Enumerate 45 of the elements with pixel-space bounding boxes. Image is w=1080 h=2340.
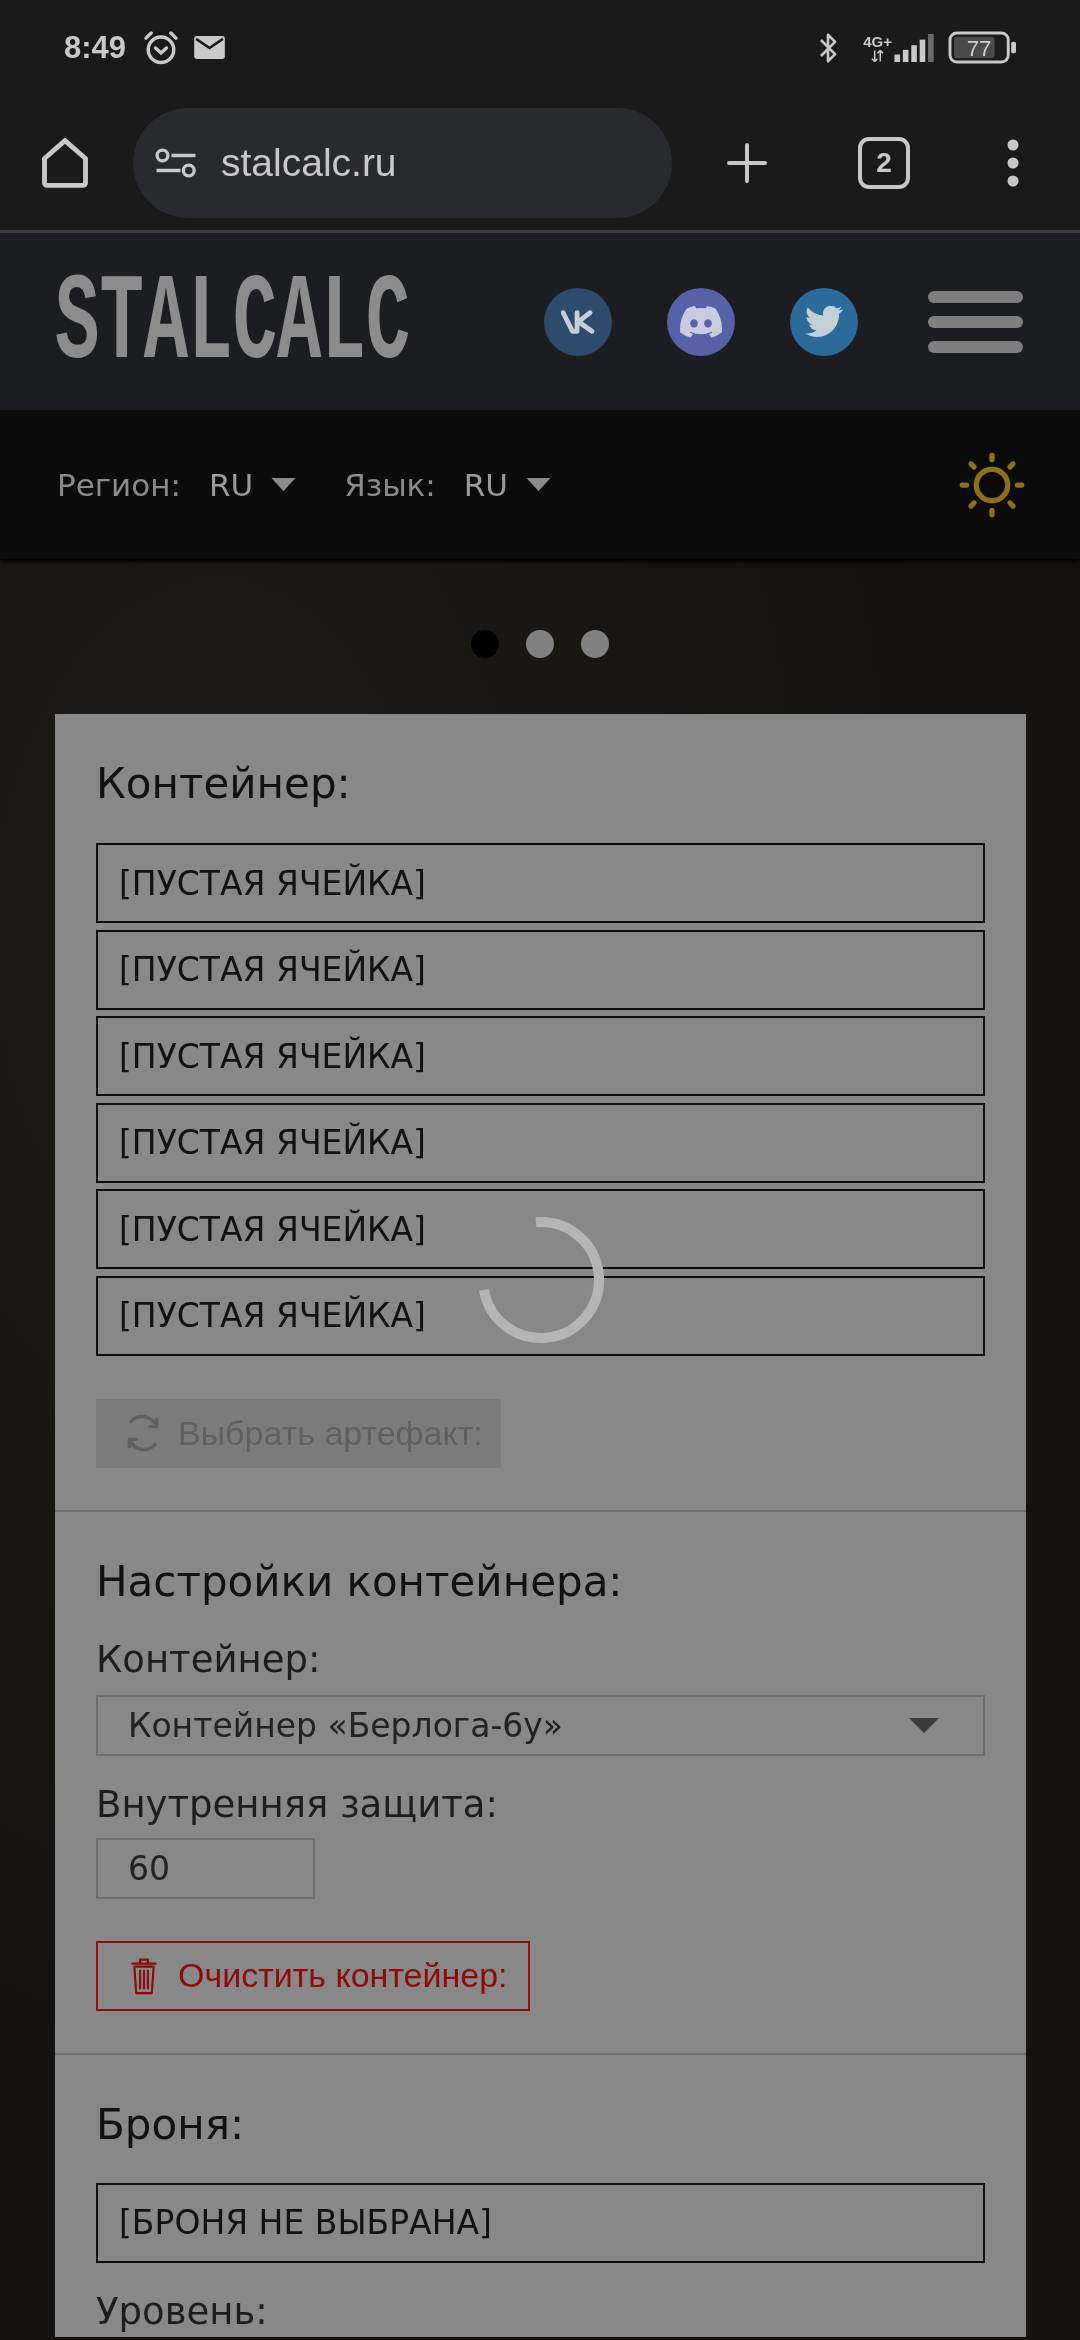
sliders-icon[interactable]	[155, 147, 197, 178]
bluetooth-icon	[819, 32, 838, 63]
home-icon[interactable]	[40, 137, 90, 188]
region-label: Регион:	[57, 466, 181, 503]
trash-icon	[130, 1956, 158, 1995]
artifact-slot[interactable]: [ПУСТАЯ ЯЧЕЙКА]	[96, 1016, 985, 1096]
pagination-dot-icon[interactable]	[581, 630, 609, 658]
region-select[interactable]: RU	[208, 466, 297, 503]
protection-input[interactable]: 60	[96, 1837, 315, 1899]
new-tab-icon[interactable]	[727, 142, 767, 183]
vk-logo-icon	[561, 308, 596, 335]
section-title: Настройки контейнера:	[96, 1556, 624, 1607]
artifact-slot[interactable]: [ПУСТАЯ ЯЧЕЙКА]	[96, 1102, 985, 1183]
clear-container-button[interactable]: Очистить контейнер:	[96, 1940, 530, 2011]
caret-down-icon	[526, 478, 552, 491]
battery-indicator: 77	[948, 31, 1018, 64]
menu-icon[interactable]	[928, 290, 1024, 353]
tab-switcher-button[interactable]: 2	[858, 136, 910, 189]
status-time: 8:49	[64, 29, 127, 66]
artifact-slot[interactable]: [ПУСТАЯ ЯЧЕЙКА]	[96, 929, 985, 1010]
field-label: Внутренняя защита:	[96, 1781, 499, 1828]
address-bar[interactable]: stalcalc.ru	[133, 107, 672, 218]
language-select[interactable]: RU	[463, 466, 552, 503]
network-type-label: 4G+	[863, 33, 892, 50]
discord-logo-icon	[680, 305, 723, 338]
alarm-clock-icon	[144, 30, 179, 65]
container-select[interactable]: Контейнер «Берлога-6у»	[96, 1694, 985, 1756]
section-title: Контейнер:	[96, 759, 352, 809]
bird-icon	[805, 306, 844, 337]
data-arrows-icon	[871, 49, 885, 62]
armor-slot[interactable]: [БРОНЯ НЕ ВЫБРАНА]	[96, 2182, 985, 2263]
pagination-dot-icon[interactable]	[471, 630, 499, 658]
caret-down-icon	[909, 1717, 939, 1733]
more-menu-icon[interactable]	[1007, 138, 1019, 187]
signal-icon	[894, 33, 936, 62]
pagination-dot-icon[interactable]	[526, 630, 554, 658]
section-title: Броня:	[96, 2099, 246, 2150]
artifact-slot[interactable]: [ПУСТАЯ ЯЧЕЙКА]	[96, 1275, 985, 1356]
mail-icon	[194, 36, 226, 59]
language-label: Язык:	[344, 466, 436, 503]
artifact-slot[interactable]: [ПУСТАЯ ЯЧЕЙКА]	[96, 843, 985, 923]
field-label: Контейнер:	[96, 1636, 322, 1683]
artifact-slot[interactable]: [ПУСТАЯ ЯЧЕЙКА]	[96, 1189, 985, 1269]
caret-down-icon	[271, 478, 297, 491]
field-label: Уровень:	[96, 2288, 269, 2335]
